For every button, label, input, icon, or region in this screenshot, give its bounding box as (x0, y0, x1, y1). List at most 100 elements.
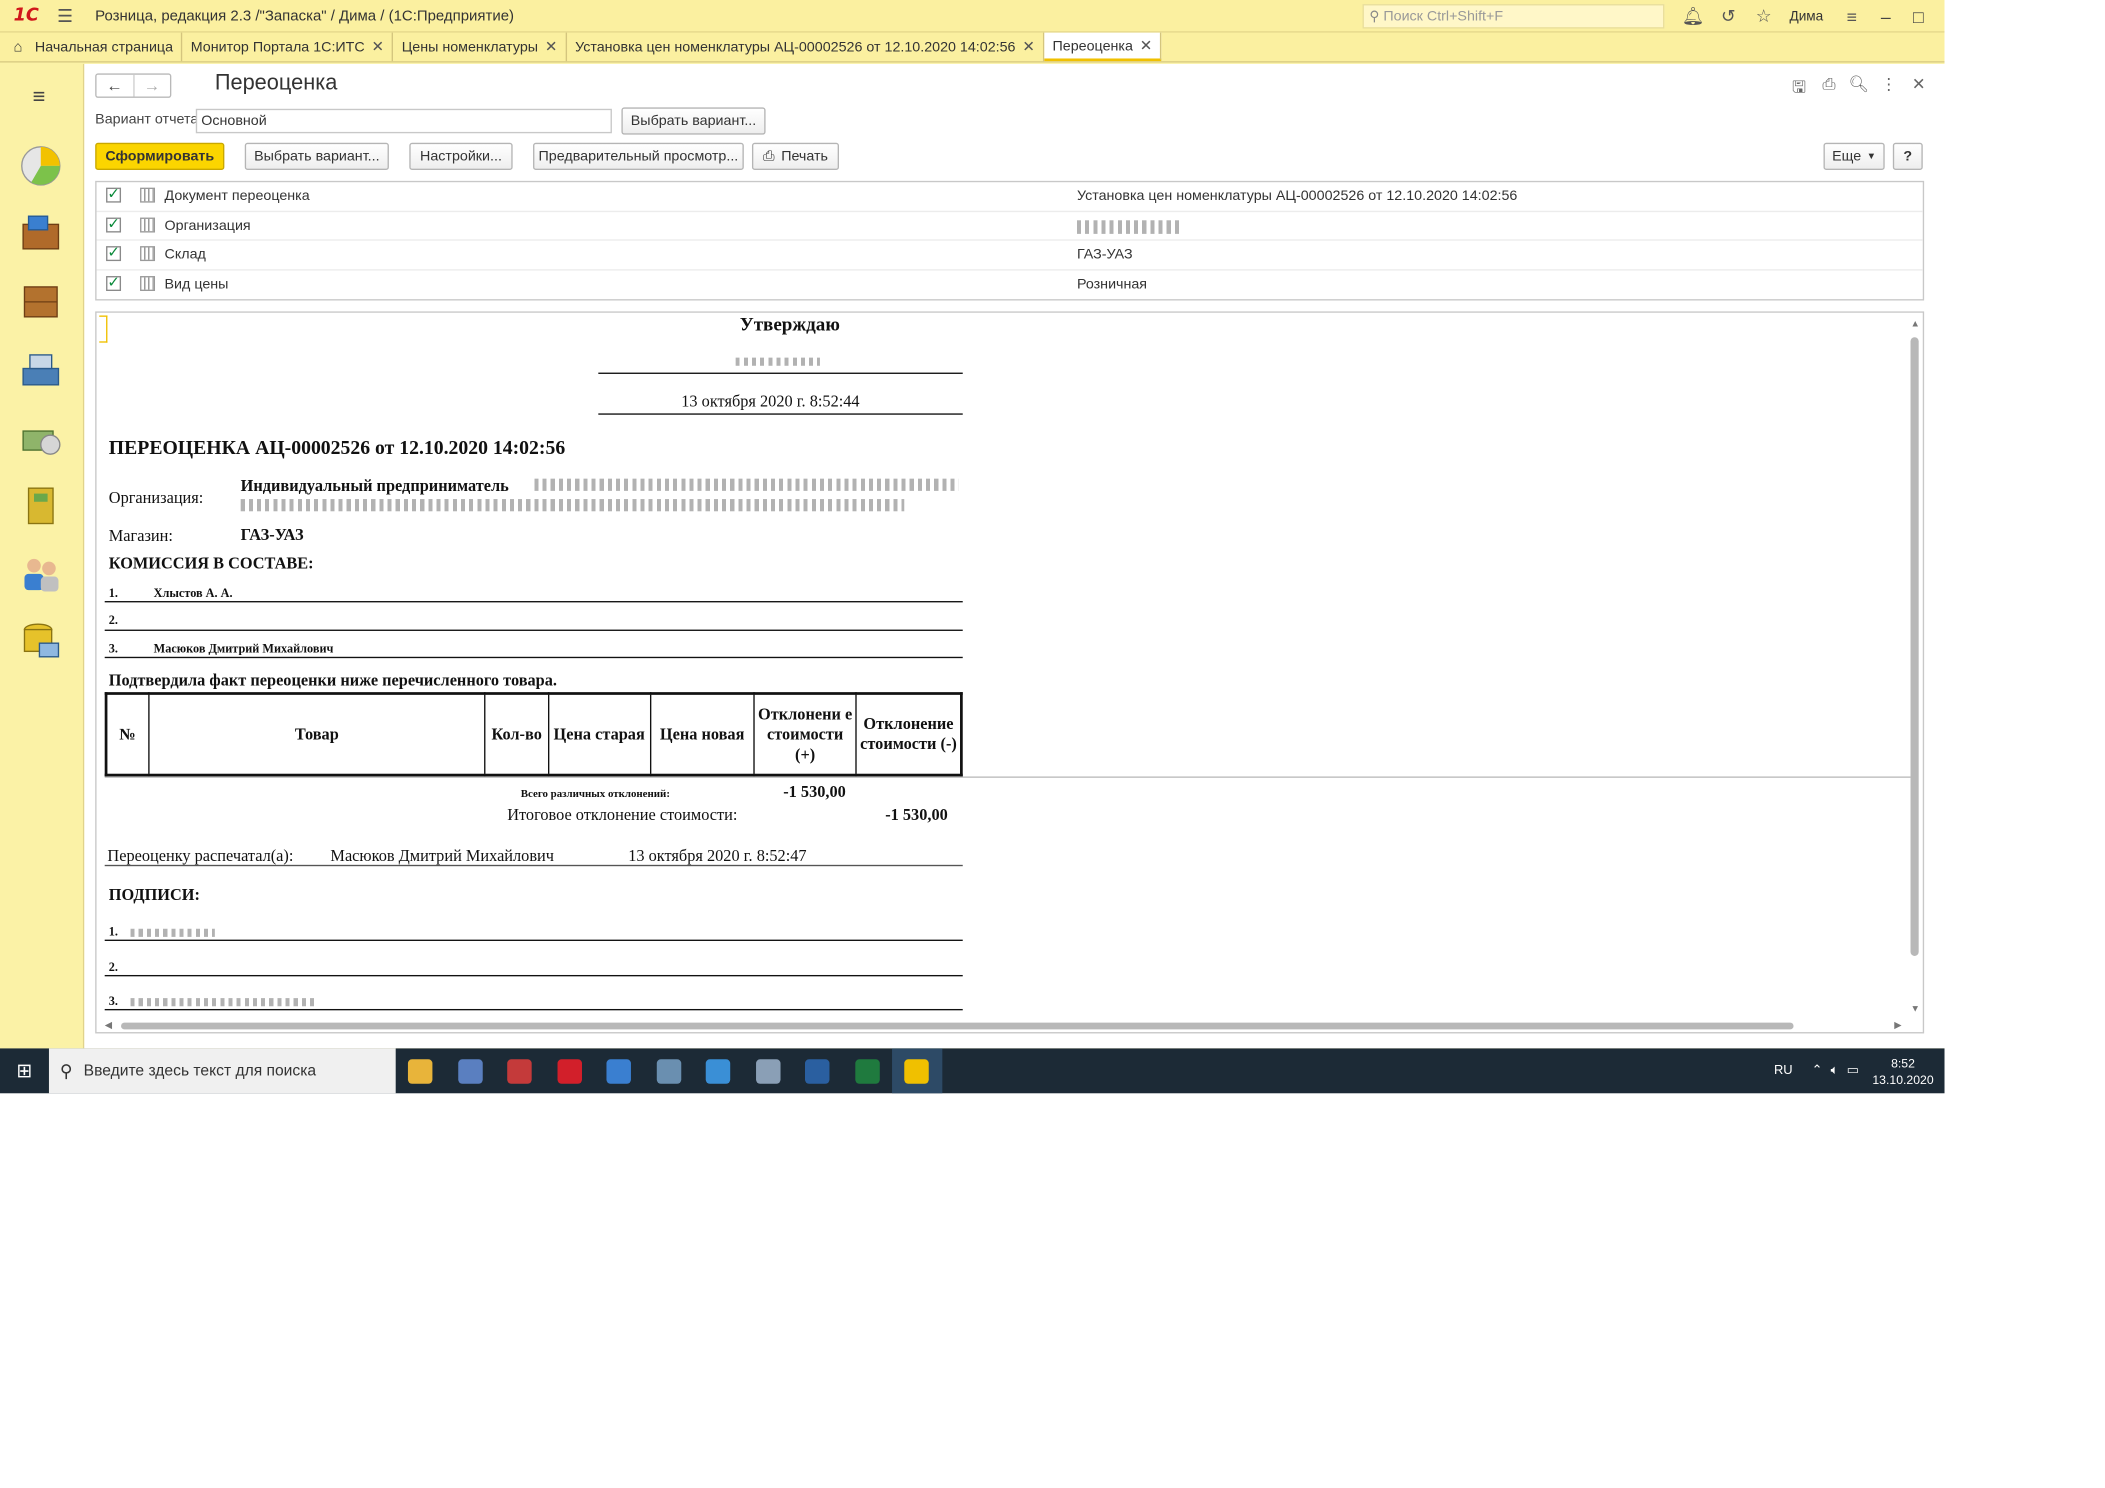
vertical-scrollbar[interactable]: ▲ ▼ (1910, 318, 1920, 1014)
print-button[interactable]: ⎙ Печать (751, 142, 839, 170)
close-tab-icon[interactable]: ✕ (1140, 37, 1153, 54)
col-number: № (105, 692, 150, 776)
vertical-scroll-thumb[interactable] (1910, 337, 1919, 956)
print-icon[interactable]: ⎙ (1814, 75, 1844, 104)
taskbar-app[interactable] (892, 1048, 942, 1094)
document-title: ПЕРЕОЦЕНКА АЦ-00002526 от 12.10.2020 14:… (108, 437, 566, 460)
checkbox-checked-icon[interactable]: ✓ (106, 187, 122, 203)
scroll-right-arrow-icon[interactable]: ▶ (1894, 1020, 1901, 1031)
settings-button[interactable]: Настройки... (409, 142, 513, 170)
report-document[interactable]: Утверждаю 13 октября 2020 г. 8:52:44 ПЕР… (95, 311, 1925, 1034)
taskbar-app[interactable] (545, 1048, 595, 1093)
favorites-star-icon[interactable]: ☆ (1746, 5, 1781, 27)
tray-expand-icon[interactable]: ⌃ (1812, 1063, 1823, 1078)
checkbox-checked-icon[interactable]: ✓ (106, 275, 122, 291)
current-user[interactable]: Дима (1789, 9, 1823, 24)
tab-revaluation[interactable]: Переоценка ✕ (1044, 32, 1162, 62)
scroll-left-arrow-icon[interactable]: ◀ (105, 1020, 112, 1031)
more-vertical-icon[interactable]: ⋮ (1874, 75, 1904, 104)
taskbar-app[interactable] (594, 1048, 644, 1093)
dropdown-arrow-icon: ▼ (1866, 151, 1877, 162)
setting-value[interactable]: Установка цен номенклатуры АЦ-00002526 о… (1077, 188, 1517, 204)
global-search-placeholder: Поиск Ctrl+Shift+F (1383, 8, 1504, 25)
taskbar-app[interactable] (743, 1048, 793, 1093)
taskbar-app[interactable] (693, 1048, 743, 1093)
more-button[interactable]: Еще ▼ (1823, 142, 1885, 170)
tab-its-monitor[interactable]: Монитор Портала 1С:ИТС ✕ (183, 32, 394, 62)
choose-variant-button-2[interactable]: Выбрать вариант... (244, 142, 389, 170)
setting-row-organization[interactable]: ✓ Организация (96, 211, 1923, 241)
volume-icon[interactable]: 🔈︎ (1831, 1063, 1839, 1078)
forward-arrow-icon[interactable]: → (132, 74, 170, 97)
close-form-icon[interactable]: ✕ (1904, 75, 1934, 104)
variant-field[interactable]: Основной (195, 108, 612, 134)
windows-start-icon[interactable]: ⊞ (0, 1059, 49, 1082)
notifications-bell-icon[interactable]: 🔔︎ (1675, 5, 1710, 27)
messenger-icon (755, 1058, 781, 1084)
checkbox-checked-icon[interactable]: ✓ (106, 245, 122, 262)
tab-item-prices[interactable]: Цены номенклатуры ✕ (394, 32, 567, 62)
org-label: Организация: (108, 488, 204, 508)
personnel-users-icon[interactable] (18, 551, 64, 597)
scroll-up-arrow-icon[interactable]: ▲ (1911, 318, 1920, 329)
taskbar-app[interactable] (396, 1048, 446, 1093)
close-window-icon[interactable]: ✕ (1935, 5, 1945, 27)
setting-value[interactable]: ГАЗ-УАЗ (1077, 246, 1133, 262)
setting-row-price-type[interactable]: ✓ Вид цены Розничная (97, 270, 1923, 299)
title-bar: 1С ☰ Розница, редакция 2.3 /"Запаска" / … (0, 0, 1945, 33)
history-icon[interactable]: ↺ (1711, 5, 1746, 27)
close-tab-icon[interactable]: ✕ (1022, 38, 1035, 55)
commission-member: Хлыстов А. А. (153, 586, 233, 600)
taskbar-app[interactable] (793, 1048, 843, 1093)
back-arrow-icon[interactable]: ← (97, 75, 133, 97)
admin-database-icon[interactable] (18, 619, 64, 665)
cash-register-icon[interactable] (18, 347, 64, 393)
k-app-icon (706, 1058, 731, 1084)
total-diff-label: Всего различных отклонений: (520, 787, 670, 800)
finance-money-icon[interactable] (18, 415, 64, 461)
tab-home[interactable]: ⌂ Начальная страница (0, 32, 183, 62)
setting-row-warehouse[interactable]: ✓ Склад ГАЗ-УАЗ (96, 241, 1923, 270)
sections-menu-icon[interactable]: ≡ (33, 86, 46, 110)
help-button[interactable]: ? (1892, 142, 1923, 170)
col-diff-plus: Отклонени е стоимости (+) (753, 692, 857, 776)
taskbar-app[interactable] (445, 1048, 495, 1093)
1c-logo-icon[interactable]: 1С (14, 5, 49, 25)
maximize-window-icon[interactable]: □ (1902, 6, 1935, 26)
scroll-down-arrow-icon[interactable]: ▼ (1911, 1004, 1920, 1015)
approve-heading: Утверждаю (739, 315, 840, 336)
setting-value[interactable]: Розничная (1077, 275, 1147, 291)
setting-row-document[interactable]: ✓ Документ переоценка Установка цен номе… (96, 182, 1923, 212)
clock-date: 13.10.2020 (1872, 1072, 1934, 1086)
purchases-boxes-icon[interactable] (18, 211, 64, 257)
preview-icon[interactable]: 🔍︎ (1844, 75, 1874, 104)
close-tab-icon[interactable]: ✕ (372, 38, 385, 55)
warehouse-box-icon[interactable] (18, 279, 64, 325)
setting-name: Вид цены (164, 275, 229, 292)
horizontal-scroll-thumb[interactable] (121, 1022, 1794, 1030)
main-menu-icon[interactable]: ☰ (57, 5, 76, 27)
network-icon[interactable]: ▭ (1847, 1063, 1859, 1078)
choose-variant-button[interactable]: Выбрать вариант... (621, 107, 766, 135)
signature-number: 1. (108, 924, 118, 939)
commission-number: 1. (108, 586, 118, 600)
preview-button[interactable]: Предварительный просмотр... (533, 142, 744, 170)
tab-price-setting-doc[interactable]: Установка цен номенклатуры АЦ-00002526 о… (567, 32, 1045, 62)
language-indicator[interactable]: RU (1774, 1063, 1793, 1078)
taskbar-app[interactable] (495, 1048, 545, 1093)
network-icon (656, 1058, 681, 1084)
taskbar-app[interactable] (842, 1048, 892, 1093)
save-icon[interactable]: 🖫 (1784, 75, 1814, 104)
main-section-pie-icon[interactable] (18, 143, 64, 189)
checkbox-checked-icon[interactable]: ✓ (106, 216, 122, 232)
taskbar-search-input[interactable]: ⚲ Введите здесь текст для поиска (48, 1048, 396, 1094)
minimize-window-icon[interactable]: – (1869, 6, 1902, 26)
taskbar-app[interactable] (644, 1048, 694, 1093)
close-tab-icon[interactable]: ✕ (545, 38, 558, 55)
generate-button[interactable]: Сформировать (95, 142, 225, 170)
reports-binder-icon[interactable] (18, 483, 64, 529)
confirm-text: Подтвердила факт переоценки ниже перечис… (108, 670, 557, 690)
global-search-input[interactable]: ⚲ Поиск Ctrl+Shift+F (1362, 4, 1665, 29)
clock[interactable]: 8:52 13.10.2020 (1872, 1055, 1933, 1088)
settings-menu-icon[interactable]: ≡ (1834, 6, 1869, 26)
